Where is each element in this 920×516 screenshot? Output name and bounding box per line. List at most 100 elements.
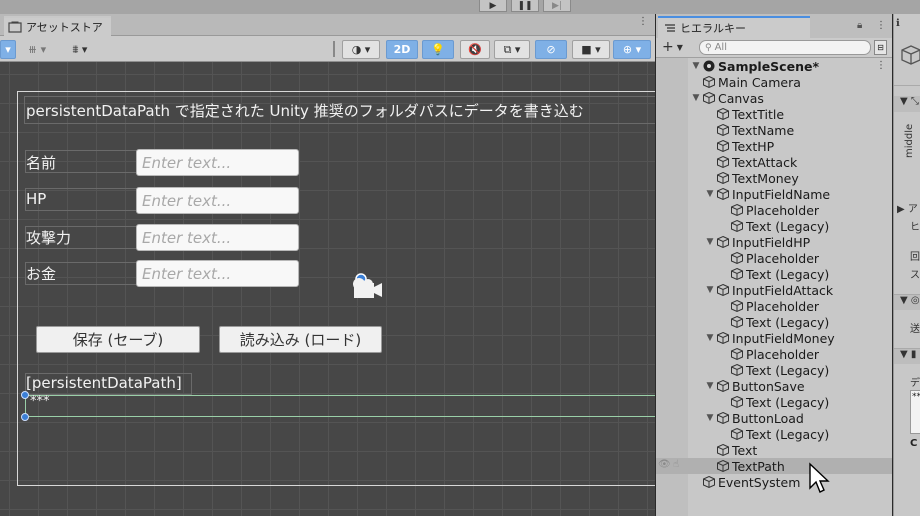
gameobject-cube-icon (717, 459, 729, 473)
hierarchy-item[interactable]: ▼ InputFieldName (656, 186, 892, 202)
money-input[interactable]: Enter text... (136, 260, 299, 287)
hierarchy-item-label: TextAttack (732, 154, 798, 170)
play-icon: ▶ (489, 0, 497, 11)
tab-hierarchy[interactable]: ヒエラルキー (658, 16, 810, 38)
expand-arrow-icon[interactable]: ▼ (704, 333, 716, 343)
hierarchy-item[interactable]: Text (Legacy) (656, 426, 892, 442)
add-object-button[interactable]: + ▼ (662, 39, 683, 55)
load-button[interactable]: 読み込み (ロード) (219, 326, 382, 353)
expand-arrow-icon[interactable]: ▼ (704, 285, 716, 295)
hierarchy-item[interactable]: Text (Legacy) (656, 266, 892, 282)
grid-toggle[interactable]: ⩩ ▾ (60, 40, 100, 59)
camera-gizmo-icon[interactable] (350, 272, 386, 302)
tool-dropdown-button[interactable]: ▾ (0, 40, 16, 59)
text-content-field[interactable]: *** (910, 390, 920, 434)
hierarchy-item[interactable]: Text (Legacy) (656, 218, 892, 234)
hierarchy-item[interactable]: TextName (656, 122, 892, 138)
save-button[interactable]: 保存 (セーブ) (36, 326, 200, 353)
mode-2d-toggle[interactable]: 2D (386, 40, 418, 59)
hierarchy-item[interactable]: ▼ Canvas (656, 90, 892, 106)
pickable-icon[interactable]: ☝︎ (673, 459, 679, 470)
chevron-down-icon: ▼ (676, 42, 683, 52)
hierarchy-item[interactable]: Placeholder (656, 346, 892, 362)
scene-row[interactable]: ▼ SampleScene* (656, 58, 892, 74)
camera-dropdown[interactable]: ■ ▾ (572, 40, 610, 59)
hierarchy-item[interactable]: TextPath (656, 458, 892, 474)
text-path-selection-rect[interactable] (25, 395, 655, 417)
hierarchy-item-label: Main Camera (718, 74, 801, 90)
hierarchy-item[interactable]: Text (Legacy) (656, 362, 892, 378)
tab-menu-icon[interactable]: ⋮ (638, 17, 648, 32)
hierarchy-menu-icon[interactable]: ⋮ (876, 20, 886, 31)
gameobject-cube-icon (717, 155, 729, 169)
attack-input[interactable]: Enter text... (136, 224, 299, 251)
hierarchy-item-label: TextName (732, 122, 795, 138)
visibility-icon[interactable]: 👁︎ (658, 459, 671, 470)
hierarchy-item[interactable]: Text (Legacy) (656, 314, 892, 330)
rect-handle-top-left[interactable] (21, 391, 29, 399)
text-component-header[interactable]: ▼ ▮ (894, 348, 920, 364)
hierarchy-item[interactable]: Placeholder (656, 250, 892, 266)
hierarchy-item[interactable]: Placeholder (656, 202, 892, 218)
hierarchy-item[interactable]: ▼ InputFieldMoney (656, 330, 892, 346)
hierarchy-item[interactable]: TextMoney (656, 170, 892, 186)
hierarchy-item[interactable]: ▼ InputFieldAttack (656, 282, 892, 298)
sphere-icon: ◑ ▾ (351, 43, 371, 56)
hierarchy-item[interactable]: Main Camera (656, 74, 892, 90)
shading-mode-dropdown[interactable]: ◑ ▾ (342, 40, 380, 59)
rect-handle-bottom-left[interactable] (21, 413, 29, 421)
hierarchy-item-label: TextTitle (732, 106, 785, 122)
expand-arrow-icon[interactable]: ▼ (704, 237, 716, 247)
lock-icon[interactable]: 🔒︎ (857, 20, 862, 31)
hierarchy-search-input[interactable]: ⚲ All (699, 40, 871, 55)
search-filter-button[interactable]: ⊟ (874, 40, 887, 55)
section-label-so: 送 (910, 324, 920, 335)
chevron-down-icon: ▾ (5, 43, 11, 56)
hierarchy-item-label: InputFieldMoney (732, 330, 835, 346)
hierarchy-item[interactable]: ▼ ButtonLoad (656, 410, 892, 426)
gameobject-cube-icon (731, 315, 743, 329)
hierarchy-item-label: ButtonLoad (732, 410, 804, 426)
name-input[interactable]: Enter text... (136, 149, 299, 176)
name-label: 名前 (26, 154, 57, 172)
hp-input[interactable]: Enter text... (136, 187, 299, 214)
expand-arrow-icon[interactable]: ▼ (704, 189, 716, 199)
hierarchy-item[interactable]: TextAttack (656, 154, 892, 170)
play-button[interactable]: ▶ (479, 0, 507, 12)
tab-asset-store[interactable]: アセットストア (4, 16, 111, 36)
hierarchy-item-label: InputFieldHP (732, 234, 811, 250)
hierarchy-item[interactable]: TextHP (656, 138, 892, 154)
canvas-renderer-header[interactable]: ▼ ◎ (894, 294, 920, 310)
hierarchy-item[interactable]: Text (Legacy) (656, 394, 892, 410)
gameobject-cube-icon (731, 219, 743, 233)
expand-arrow-icon[interactable]: ▼ (704, 381, 716, 391)
lighting-toggle[interactable]: 💡 (422, 40, 454, 59)
expand-arrow-icon[interactable]: ▼ (690, 93, 702, 103)
scene-menu-icon[interactable]: ⋮ (876, 60, 886, 71)
rect-transform-header[interactable]: ▼ ⤡ (894, 96, 920, 112)
info-icon: ℹ (896, 18, 900, 29)
gizmos-dropdown[interactable]: ⊕ ▾ (613, 40, 651, 59)
step-button[interactable]: ▶| (543, 0, 571, 12)
hierarchy-item[interactable]: ▼ ButtonSave (656, 378, 892, 394)
gameobject-cube-icon (731, 427, 743, 441)
gameobject-cube-icon (731, 363, 743, 377)
hierarchy-item-label: TextHP (732, 138, 775, 154)
hierarchy-item[interactable]: Text (656, 442, 892, 458)
search-icon: ⚲ (705, 42, 712, 53)
hierarchy-item[interactable]: EventSystem (656, 474, 892, 490)
expand-arrow-icon[interactable]: ▼ (690, 61, 702, 71)
effects-dropdown[interactable]: ⧉ ▾ (494, 40, 530, 59)
path-label: [persistentDataPath] (26, 374, 182, 392)
audio-toggle[interactable]: 🔇 (460, 40, 490, 59)
pause-button[interactable]: ❚❚ (511, 0, 539, 12)
visibility-toggle[interactable]: ⊘ (535, 40, 567, 59)
snap-toggle[interactable]: ⧻ ▾ (20, 40, 54, 59)
expand-arrow-icon[interactable]: ▼ (704, 413, 716, 423)
hierarchy-item[interactable]: ▼ InputFieldHP (656, 234, 892, 250)
hierarchy-item-label: Canvas (718, 90, 764, 106)
hierarchy-item-label: TextPath (732, 458, 785, 474)
hierarchy-item[interactable]: TextTitle (656, 106, 892, 122)
tab-label: アセットストア (26, 21, 103, 34)
hierarchy-item[interactable]: Placeholder (656, 298, 892, 314)
